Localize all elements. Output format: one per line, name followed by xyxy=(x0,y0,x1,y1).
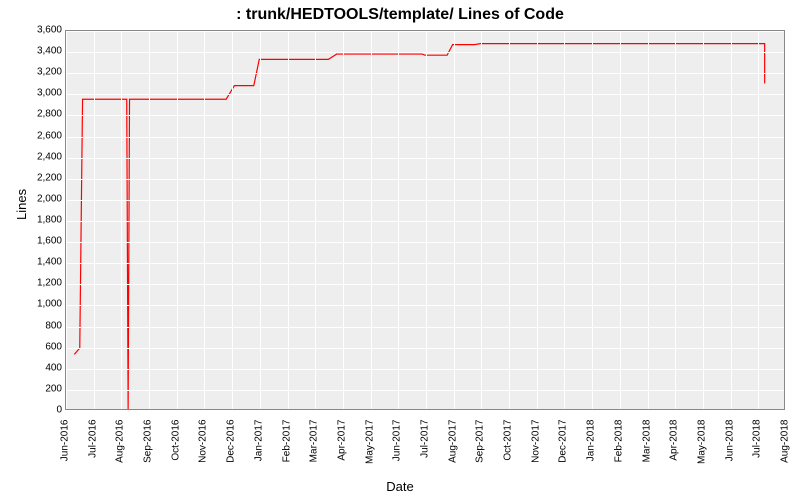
plot-area xyxy=(65,30,785,410)
grid-horizontal xyxy=(66,263,784,264)
grid-vertical xyxy=(177,31,178,409)
series-line xyxy=(66,31,784,409)
grid-horizontal xyxy=(66,158,784,159)
x-tick-label: Jul-2017 xyxy=(420,420,431,480)
x-tick-label: Jul-2016 xyxy=(87,420,98,480)
x-tick-label: Feb-2017 xyxy=(281,420,292,480)
grid-horizontal xyxy=(66,31,784,32)
x-tick-label: Aug-2018 xyxy=(780,420,791,480)
y-tick-label: 1,400 xyxy=(20,257,62,268)
y-tick-label: 1,200 xyxy=(20,278,62,289)
x-tick-label: May-2018 xyxy=(696,420,707,480)
x-tick-label: Dec-2016 xyxy=(226,420,237,480)
y-tick-label: 2,800 xyxy=(20,109,62,120)
x-tick-label: Jan-2017 xyxy=(253,420,264,480)
y-tick-label: 400 xyxy=(20,362,62,373)
y-tick-label: 3,200 xyxy=(20,67,62,78)
grid-vertical xyxy=(731,31,732,409)
x-tick-label: Jun-2016 xyxy=(60,420,71,480)
x-tick-label: Sep-2017 xyxy=(475,420,486,480)
x-tick-label: Mar-2017 xyxy=(309,420,320,480)
y-tick-label: 1,600 xyxy=(20,236,62,247)
grid-horizontal xyxy=(66,369,784,370)
grid-vertical xyxy=(288,31,289,409)
grid-vertical xyxy=(620,31,621,409)
x-tick-label: Oct-2017 xyxy=(503,420,514,480)
grid-vertical xyxy=(232,31,233,409)
grid-vertical xyxy=(592,31,593,409)
x-tick-label: Jan-2018 xyxy=(586,420,597,480)
grid-vertical xyxy=(343,31,344,409)
grid-vertical xyxy=(371,31,372,409)
grid-vertical xyxy=(94,31,95,409)
y-tick-label: 1,000 xyxy=(20,299,62,310)
y-tick-label: 800 xyxy=(20,320,62,331)
y-tick-label: 0 xyxy=(20,405,62,416)
grid-vertical xyxy=(537,31,538,409)
y-tick-label: 2,000 xyxy=(20,193,62,204)
x-tick-label: May-2017 xyxy=(364,420,375,480)
chart-container: : trunk/HEDTOOLS/template/ Lines of Code… xyxy=(0,0,800,500)
grid-horizontal xyxy=(66,179,784,180)
y-tick-label: 3,000 xyxy=(20,88,62,99)
grid-vertical xyxy=(149,31,150,409)
grid-vertical xyxy=(675,31,676,409)
grid-horizontal xyxy=(66,115,784,116)
grid-vertical xyxy=(454,31,455,409)
grid-vertical xyxy=(703,31,704,409)
y-tick-label: 1,800 xyxy=(20,215,62,226)
y-tick-label: 600 xyxy=(20,341,62,352)
grid-vertical xyxy=(204,31,205,409)
y-tick-label: 3,600 xyxy=(20,25,62,36)
grid-horizontal xyxy=(66,73,784,74)
y-tick-label: 3,400 xyxy=(20,46,62,57)
grid-horizontal xyxy=(66,327,784,328)
grid-horizontal xyxy=(66,52,784,53)
x-tick-label: Nov-2017 xyxy=(530,420,541,480)
x-axis-label: Date xyxy=(0,479,800,494)
x-tick-label: Aug-2017 xyxy=(447,420,458,480)
x-tick-label: Sep-2016 xyxy=(143,420,154,480)
grid-vertical xyxy=(426,31,427,409)
grid-horizontal xyxy=(66,390,784,391)
grid-horizontal xyxy=(66,284,784,285)
x-tick-label: Mar-2018 xyxy=(641,420,652,480)
grid-vertical xyxy=(509,31,510,409)
y-tick-label: 2,200 xyxy=(20,172,62,183)
grid-horizontal xyxy=(66,137,784,138)
grid-vertical xyxy=(121,31,122,409)
grid-vertical xyxy=(398,31,399,409)
grid-horizontal xyxy=(66,411,784,412)
grid-horizontal xyxy=(66,348,784,349)
grid-vertical xyxy=(648,31,649,409)
grid-horizontal xyxy=(66,305,784,306)
grid-horizontal xyxy=(66,200,784,201)
x-tick-label: Jun-2017 xyxy=(392,420,403,480)
x-tick-label: Jun-2018 xyxy=(724,420,735,480)
grid-vertical xyxy=(758,31,759,409)
x-tick-label: Apr-2018 xyxy=(669,420,680,480)
x-tick-label: Aug-2016 xyxy=(115,420,126,480)
grid-horizontal xyxy=(66,221,784,222)
x-tick-label: Jul-2018 xyxy=(752,420,763,480)
y-tick-label: 2,400 xyxy=(20,151,62,162)
grid-vertical xyxy=(315,31,316,409)
grid-vertical xyxy=(564,31,565,409)
x-tick-label: Oct-2016 xyxy=(170,420,181,480)
x-tick-label: Nov-2016 xyxy=(198,420,209,480)
x-tick-label: Apr-2017 xyxy=(336,420,347,480)
grid-vertical xyxy=(481,31,482,409)
y-tick-label: 200 xyxy=(20,383,62,394)
x-tick-label: Feb-2018 xyxy=(613,420,624,480)
grid-vertical xyxy=(260,31,261,409)
grid-vertical xyxy=(66,31,67,409)
chart-title: : trunk/HEDTOOLS/template/ Lines of Code xyxy=(0,6,800,24)
grid-vertical xyxy=(786,31,787,409)
grid-horizontal xyxy=(66,242,784,243)
grid-horizontal xyxy=(66,94,784,95)
x-tick-label: Dec-2017 xyxy=(558,420,569,480)
y-tick-label: 2,600 xyxy=(20,130,62,141)
